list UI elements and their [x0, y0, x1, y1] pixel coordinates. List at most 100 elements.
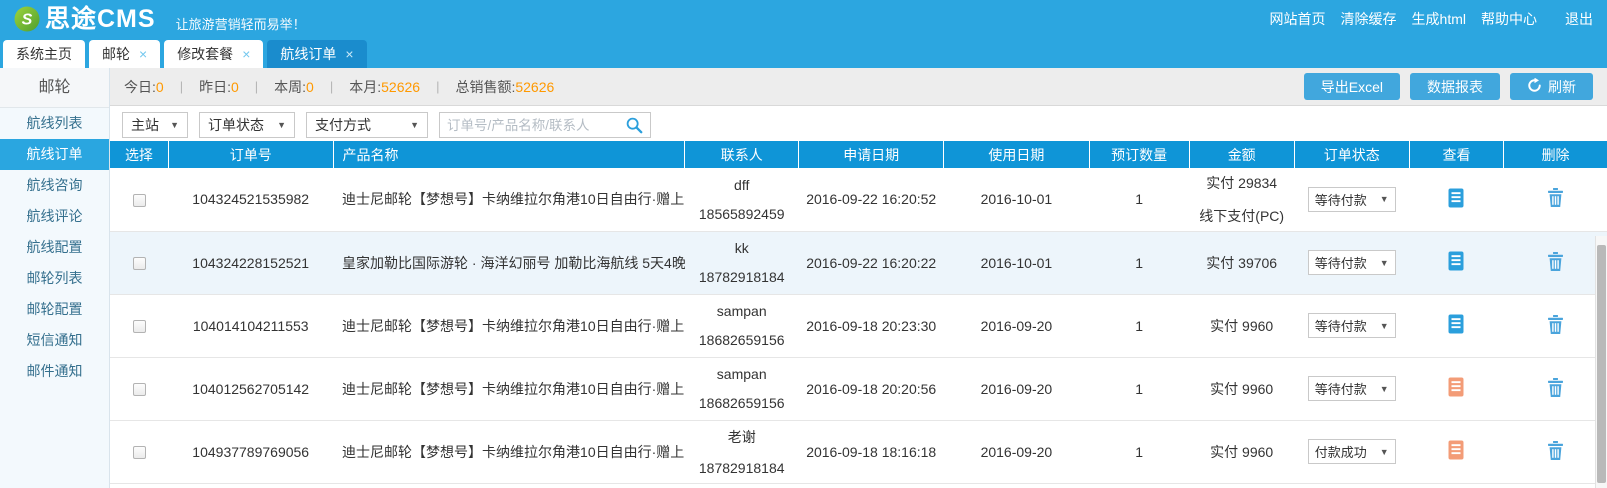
tab-bar: 系统主页 邮轮 × 修改套餐 × 航线订单 ×: [0, 38, 1607, 68]
table-row: 104012562705142 迪士尼邮轮【梦想号】卡纳维拉尔角港10日自由行·…: [110, 357, 1607, 420]
order-status-select[interactable]: 等待付款 ▼: [1308, 376, 1396, 401]
order-number: 104012562705142: [168, 357, 333, 420]
sidebar-item[interactable]: 航线咨询: [0, 170, 109, 201]
filter-select[interactable]: 主站 ▼: [122, 112, 188, 138]
top-nav-link[interactable]: 清除缓存: [1341, 9, 1397, 29]
delete-order-icon[interactable]: [1548, 252, 1563, 271]
filter-select[interactable]: 支付方式 ▼: [306, 112, 428, 138]
amount-cell: 实付 9960: [1189, 379, 1294, 399]
column-header: 产品名称: [333, 141, 685, 168]
chevron-down-icon: ▼: [277, 120, 286, 130]
tab-label: 航线订单: [280, 44, 336, 64]
amount-paid: 实付 29834: [1206, 173, 1277, 193]
use-date: 2016-09-20: [944, 294, 1089, 357]
sidebar-item[interactable]: 航线订单: [0, 139, 109, 170]
stat-label: 总销售额:: [455, 77, 515, 97]
stat-value: 0: [231, 79, 239, 95]
tab[interactable]: 修改套餐 ×: [164, 40, 263, 68]
top-bar: S 思途CMS 让旅游营销轻而易举！ 网站首页清除缓存生成html帮助中心 退出: [0, 0, 1607, 38]
chevron-down-icon: ▼: [1380, 194, 1389, 204]
tab-close-icon[interactable]: ×: [242, 47, 250, 61]
chevron-down-icon: ▼: [1380, 447, 1389, 457]
sidebar-title: 邮轮: [0, 68, 109, 108]
order-status-select[interactable]: 等待付款 ▼: [1308, 187, 1396, 212]
view-order-icon[interactable]: [1448, 377, 1464, 397]
column-header: 订单号: [168, 141, 333, 168]
data-report-button[interactable]: 数据报表: [1410, 73, 1500, 100]
top-nav-link[interactable]: 网站首页: [1270, 9, 1326, 29]
export-excel-button[interactable]: 导出Excel: [1304, 73, 1400, 100]
order-number: 104937789769056: [168, 420, 333, 483]
search-box: [439, 112, 651, 138]
product-name: 迪士尼邮轮【梦想号】卡纳维拉尔角港10日自由行·赠上海迪...: [333, 294, 685, 357]
sidebar-item[interactable]: 邮轮列表: [0, 263, 109, 294]
toolbar-button-label: 刷新: [1548, 77, 1576, 97]
stat-value: 52626: [515, 79, 554, 95]
filter-select-value: 支付方式: [315, 115, 371, 135]
top-nav-link[interactable]: 生成html: [1412, 9, 1466, 29]
order-number: 104014104211553: [168, 294, 333, 357]
sidebar-item[interactable]: 航线列表: [0, 108, 109, 139]
product-name: 迪士尼邮轮【梦想号】卡纳维拉尔角港10日自由行·赠上海迪...: [333, 168, 685, 231]
tab[interactable]: 系统主页: [3, 40, 85, 68]
contact-phone: 18565892459: [699, 206, 785, 222]
row-checkbox[interactable]: [133, 257, 146, 270]
sidebar-item[interactable]: 航线配置: [0, 232, 109, 263]
row-checkbox[interactable]: [133, 320, 146, 333]
delete-order-icon[interactable]: [1548, 441, 1563, 460]
status-value: 等待付款: [1315, 379, 1367, 398]
stat-label: 今日:: [124, 77, 156, 97]
filter-bar-selects: 主站 ▼ 订单状态 ▼ 支付方式 ▼: [122, 112, 428, 138]
delete-order-icon[interactable]: [1548, 378, 1563, 397]
logout-link[interactable]: 退出: [1565, 9, 1593, 29]
contact-cell: dff 18565892459: [685, 177, 799, 222]
row-checkbox[interactable]: [133, 446, 146, 459]
stat-item: 本月:52626: [314, 77, 420, 97]
contact-phone: 18782918184: [699, 269, 785, 285]
contact-cell: sampan 18682659156: [685, 366, 799, 411]
sidebar-item[interactable]: 邮轮配置: [0, 294, 109, 325]
search-icon[interactable]: [625, 116, 643, 134]
sidebar-item[interactable]: 短信通知: [0, 325, 109, 356]
filter-select[interactable]: 订单状态 ▼: [199, 112, 295, 138]
order-status-select[interactable]: 付款成功 ▼: [1308, 439, 1396, 464]
tab-label: 修改套餐: [177, 44, 233, 64]
top-nav-link[interactable]: 帮助中心: [1481, 9, 1537, 29]
search-input[interactable]: [447, 118, 625, 133]
tab-close-icon[interactable]: ×: [345, 47, 353, 61]
delete-order-icon[interactable]: [1548, 315, 1563, 334]
apply-date: 2016-09-18 20:23:30: [799, 294, 944, 357]
sidebar-menu: 航线列表航线订单航线咨询航线评论航线配置邮轮列表邮轮配置短信通知邮件通知: [0, 108, 109, 387]
view-order-icon[interactable]: [1448, 440, 1464, 460]
app-slogan: 让旅游营销轻而易举！: [176, 14, 306, 33]
delete-order-icon[interactable]: [1548, 188, 1563, 207]
column-header: 申请日期: [799, 141, 944, 168]
view-order-icon[interactable]: [1448, 188, 1464, 208]
apply-date: 2016-09-22 16:20:52: [799, 168, 944, 231]
contact-name: kk: [735, 240, 749, 256]
vertical-scrollbar-thumb[interactable]: [1597, 245, 1606, 483]
stat-value: 0: [156, 79, 164, 95]
product-name: 皇家加勒比国际游轮 · 海洋幻丽号 加勒比海航线 5天4晚 美国...: [333, 231, 685, 294]
column-header: 查看: [1409, 141, 1503, 168]
sidebar-item[interactable]: 邮件通知: [0, 356, 109, 387]
refresh-button[interactable]: 刷新: [1510, 73, 1593, 100]
product-name: 迪士尼邮轮【梦想号】卡纳维拉尔角港10日自由行·赠上海迪...: [333, 420, 685, 483]
order-status-select[interactable]: 等待付款 ▼: [1308, 313, 1396, 338]
sidebar-item[interactable]: 航线评论: [0, 201, 109, 232]
contact-name: 老谢: [728, 427, 756, 447]
order-status-select[interactable]: 等待付款 ▼: [1308, 250, 1396, 275]
view-order-icon[interactable]: [1448, 251, 1464, 271]
toolbar: 导出Excel 数据报表 刷新: [1304, 73, 1593, 100]
tab[interactable]: 邮轮 ×: [89, 40, 160, 68]
stat-value: 0: [306, 79, 314, 95]
view-order-icon[interactable]: [1448, 314, 1464, 334]
quantity: 1: [1089, 231, 1189, 294]
row-checkbox[interactable]: [133, 383, 146, 396]
tab-close-icon[interactable]: ×: [139, 47, 147, 61]
chevron-down-icon: ▼: [1380, 321, 1389, 331]
vertical-scrollbar-track[interactable]: [1595, 236, 1607, 488]
column-header: 选择: [110, 141, 168, 168]
row-checkbox[interactable]: [133, 194, 146, 207]
tab[interactable]: 航线订单 ×: [267, 40, 366, 68]
